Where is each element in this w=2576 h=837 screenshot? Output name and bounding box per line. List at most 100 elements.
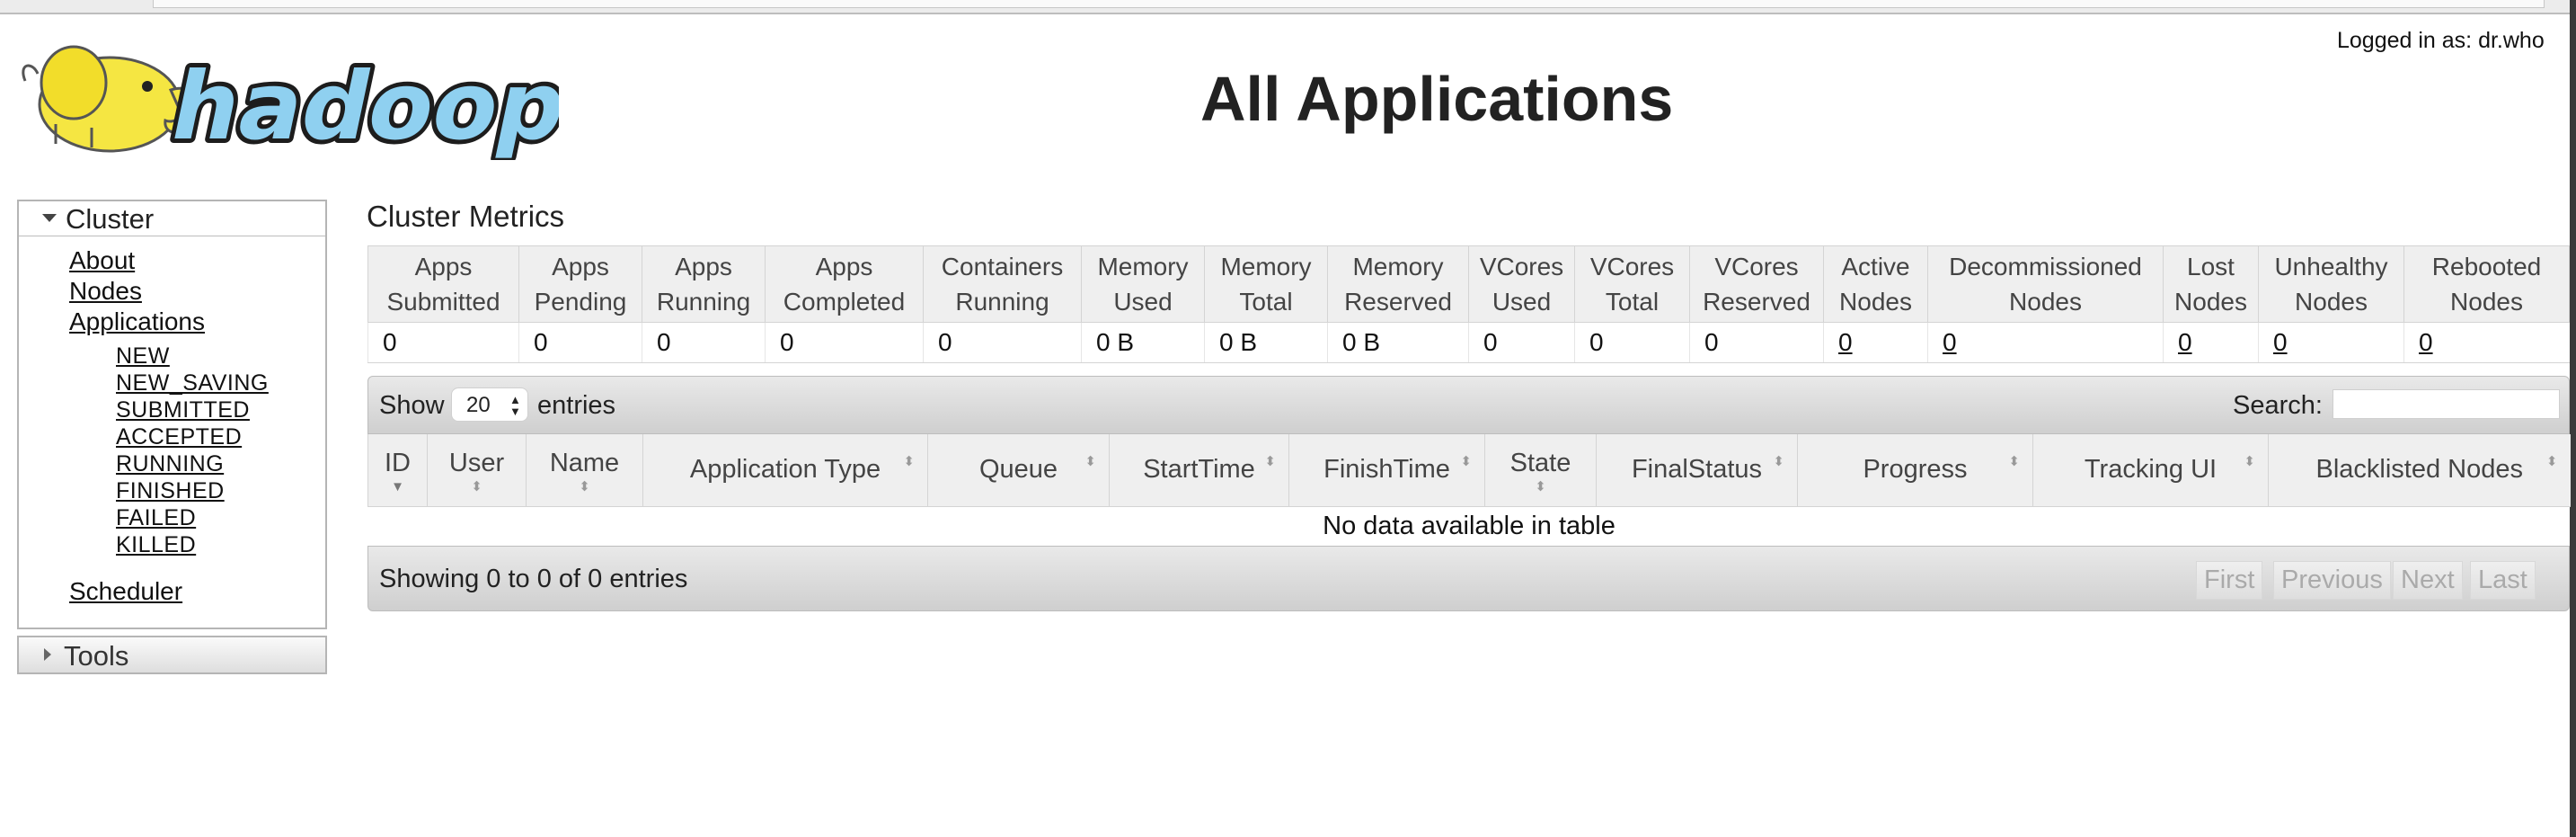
sidebar-link-scheduler[interactable]: Scheduler xyxy=(69,577,182,606)
sidebar-state-new-saving[interactable]: NEW_SAVING xyxy=(116,370,269,396)
select-arrows-icon: ▲ ▼ xyxy=(509,393,521,418)
search-input[interactable] xyxy=(2333,389,2560,419)
sidebar-state-accepted[interactable]: ACCEPTED xyxy=(116,424,242,450)
metric-header: VCores Total xyxy=(1574,245,1690,323)
applications-header-row: ID ▼ User ⬍ Name ⬍ Application Type ⬍ Queue ⬍… xyxy=(367,434,2571,507)
metric-header: Apps Running xyxy=(642,245,766,323)
metric-header: Lost Nodes xyxy=(2163,245,2259,323)
pager-last-button[interactable]: Last xyxy=(2470,561,2536,600)
metric-containers-running: 0 xyxy=(923,322,1082,363)
show-label: Show xyxy=(379,391,445,420)
metric-header: Memory Used xyxy=(1081,245,1205,323)
tools-section-label: Tools xyxy=(64,640,129,672)
hadoop-wordmark: hadoop xyxy=(162,51,559,160)
column-header-user[interactable]: User ⬍ xyxy=(427,434,527,507)
metrics-value-row: 0 0 0 0 0 0 B 0 B 0 B 0 0 0 0 0 0 0 0 xyxy=(367,322,2570,363)
browser-tab-strip xyxy=(153,0,2545,8)
sort-icon: ⬍ xyxy=(1084,454,1096,469)
collapse-triangle-icon xyxy=(42,214,57,222)
sort-icon: ⬍ xyxy=(1264,454,1276,469)
cluster-section-header[interactable]: Cluster xyxy=(19,201,325,236)
sort-icon: ⬍ xyxy=(2008,454,2020,469)
metric-header: Rebooted Nodes xyxy=(2403,245,2570,323)
metric-apps-running: 0 xyxy=(642,322,766,363)
page-size-value: 20 xyxy=(466,393,491,417)
metric-header: Apps Submitted xyxy=(367,245,519,323)
metric-vcores-total: 0 xyxy=(1574,322,1690,363)
page-title: All Applications xyxy=(1200,64,1674,134)
sort-icon: ⬍ xyxy=(1535,479,1546,495)
sidebar-link-nodes[interactable]: Nodes xyxy=(69,277,142,306)
apps-table-toolbar: Show 20 ▲ ▼ entries Search: xyxy=(367,376,2570,434)
column-header-state[interactable]: State ⬍ xyxy=(1484,434,1597,507)
column-header-queue[interactable]: Queue ⬍ xyxy=(927,434,1110,507)
search-label: Search: xyxy=(2233,391,2323,420)
column-header-finalstatus[interactable]: FinalStatus ⬍ xyxy=(1596,434,1798,507)
column-header-blacklisted-nodes[interactable]: Blacklisted Nodes ⬍ xyxy=(2268,434,2571,507)
column-header-finishtime[interactable]: FinishTime ⬍ xyxy=(1288,434,1485,507)
metric-apps-submitted: 0 xyxy=(367,322,519,363)
column-header-starttime[interactable]: StartTime ⬍ xyxy=(1109,434,1289,507)
metric-active-nodes-link[interactable]: 0 xyxy=(1823,322,1928,363)
sort-icon: ⬍ xyxy=(2545,454,2558,469)
cluster-section-label: Cluster xyxy=(66,203,155,235)
cluster-metrics-title: Cluster Metrics xyxy=(367,200,565,233)
metric-memory-reserved: 0 B xyxy=(1327,322,1469,363)
apps-table-footer: Showing 0 to 0 of 0 entries First Previo… xyxy=(367,546,2570,611)
empty-table-message: No data available in table xyxy=(1323,511,1616,540)
metric-header: Decommissioned Nodes xyxy=(1927,245,2164,323)
metric-memory-used: 0 B xyxy=(1081,322,1205,363)
metric-unhealthy-nodes-link[interactable]: 0 xyxy=(2258,322,2404,363)
sidebar-state-killed[interactable]: KILLED xyxy=(116,532,196,558)
metric-header: Active Nodes xyxy=(1823,245,1928,323)
metric-header: Unhealthy Nodes xyxy=(2258,245,2404,323)
column-header-progress[interactable]: Progress ⬍ xyxy=(1797,434,2033,507)
cluster-metrics-table: Apps Submitted Apps Pending Apps Running Ap… xyxy=(367,245,2570,363)
browser-top-bar xyxy=(0,0,2576,14)
metric-header: Apps Completed xyxy=(765,245,924,323)
metric-apps-pending: 0 xyxy=(518,322,642,363)
sort-icon: ⬍ xyxy=(1773,454,1784,469)
sidebar-cluster-panel: Cluster About Nodes Applications NEW NEW… xyxy=(17,200,327,629)
hadoop-logo[interactable]: hadoop hadoop xyxy=(20,27,581,165)
metric-vcores-reserved: 0 xyxy=(1689,322,1824,363)
sidebar-state-new[interactable]: NEW xyxy=(116,343,170,370)
table-row: No data available in table xyxy=(368,506,2571,546)
column-header-id[interactable]: ID ▼ xyxy=(367,434,428,507)
sort-icon: ⬍ xyxy=(2244,454,2255,469)
sidebar-state-running[interactable]: RUNNING xyxy=(116,451,224,477)
sidebar-link-applications[interactable]: Applications xyxy=(69,307,205,336)
page-size-select[interactable]: 20 ▲ ▼ xyxy=(451,387,528,422)
applications-table: ID ▼ User ⬍ Name ⬍ Application Type ⬍ Queue ⬍… xyxy=(367,434,2571,546)
tools-section-header[interactable]: Tools xyxy=(17,636,327,674)
pager-first-button[interactable]: First xyxy=(2196,561,2263,600)
metric-decommissioned-nodes-link[interactable]: 0 xyxy=(1927,322,2164,363)
column-header-application-type[interactable]: Application Type ⬍ xyxy=(642,434,928,507)
column-header-tracking-ui[interactable]: Tracking UI ⬍ xyxy=(2032,434,2269,507)
metric-header: Memory Total xyxy=(1204,245,1328,323)
metric-header: VCores Reserved xyxy=(1689,245,1824,323)
metric-rebooted-nodes-link[interactable]: 0 xyxy=(2403,322,2570,363)
window-edge xyxy=(2570,0,2576,837)
hadoop-elephant-icon: hadoop hadoop xyxy=(22,45,581,165)
sidebar-state-finished[interactable]: FINISHED xyxy=(116,478,225,504)
sidebar-state-submitted[interactable]: SUBMITTED xyxy=(116,397,250,423)
sort-desc-icon: ▼ xyxy=(391,479,404,495)
sort-icon: ⬍ xyxy=(1460,454,1472,469)
metric-header: Memory Reserved xyxy=(1327,245,1469,323)
pager-previous-button[interactable]: Previous xyxy=(2273,561,2391,600)
login-status: Logged in as: dr.who xyxy=(2337,28,2545,53)
sidebar-state-failed[interactable]: FAILED xyxy=(116,505,196,531)
metric-header: VCores Used xyxy=(1468,245,1575,323)
metric-vcores-used: 0 xyxy=(1468,322,1575,363)
metric-memory-total: 0 B xyxy=(1204,322,1328,363)
metric-lost-nodes-link[interactable]: 0 xyxy=(2163,322,2259,363)
sort-icon: ⬍ xyxy=(903,454,915,469)
expand-triangle-icon xyxy=(44,648,51,661)
sidebar-link-about[interactable]: About xyxy=(69,246,135,275)
sort-icon: ⬍ xyxy=(579,479,590,495)
column-header-name[interactable]: Name ⬍ xyxy=(526,434,643,507)
metric-apps-completed: 0 xyxy=(765,322,924,363)
pager-next-button[interactable]: Next xyxy=(2393,561,2463,600)
entries-label: entries xyxy=(537,391,616,420)
